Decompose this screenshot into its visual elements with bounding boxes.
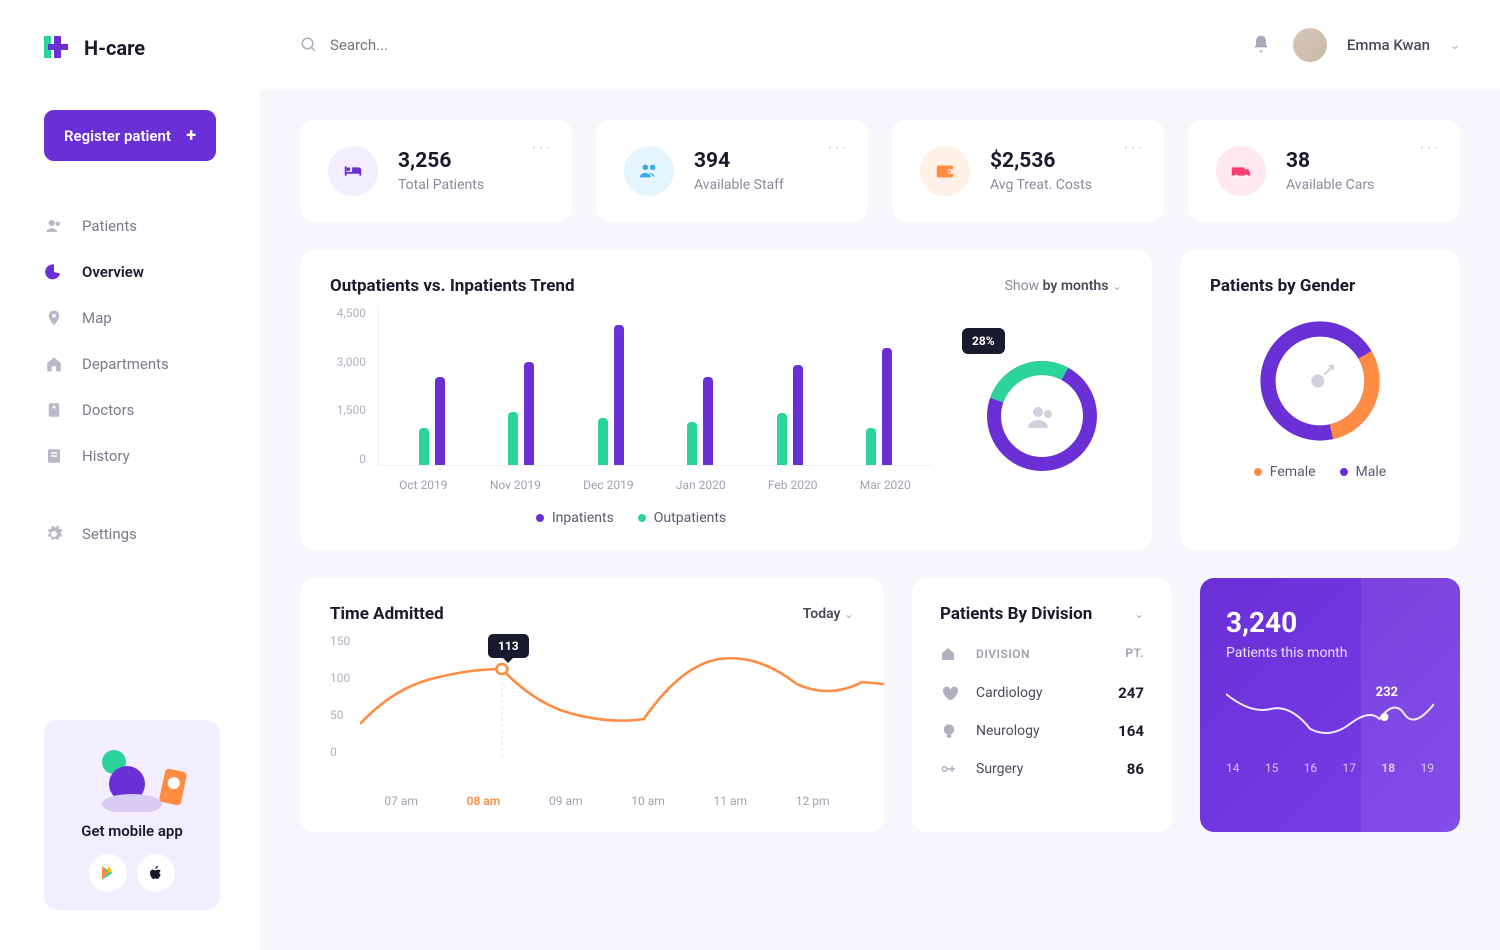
register-patient-button[interactable]: Register patient +: [44, 110, 216, 161]
time-line-chart: 113 150100500: [330, 634, 854, 784]
sidebar: H-care Register patient + Patients Overv…: [0, 0, 260, 950]
card-title: Outpatients vs. Inpatients Trend: [330, 276, 575, 296]
line-tooltip: 113: [488, 634, 529, 658]
trend-filter[interactable]: Show by months ⌄: [1005, 278, 1122, 294]
more-icon[interactable]: ···: [1124, 138, 1144, 159]
month-label: Patients this month: [1226, 645, 1434, 661]
brain-icon: [940, 722, 960, 740]
sidebar-item-doctors[interactable]: Doctors: [44, 387, 260, 433]
chevron-down-icon[interactable]: ⌄: [1134, 607, 1144, 621]
stat-label: Available Cars: [1286, 177, 1374, 193]
sidebar-item-label: Doctors: [82, 401, 134, 419]
heart-icon: [940, 684, 960, 702]
wallet-icon: [920, 146, 970, 196]
ambulance-icon: [1216, 146, 1266, 196]
promo-title: Get mobile app: [62, 822, 202, 840]
logo-icon: [44, 36, 72, 60]
stat-total-patients: ··· 3,256 Total Patients: [300, 120, 572, 222]
sidebar-item-label: Settings: [82, 525, 137, 543]
division-card: Patients By Division ⌄ DIVISION PT. Cardio…: [912, 578, 1172, 832]
sidebar-item-departments[interactable]: Departments: [44, 341, 260, 387]
donut-pct: 28%: [962, 328, 1005, 354]
sidebar-item-overview[interactable]: Overview: [44, 249, 260, 295]
staff-icon: [624, 146, 674, 196]
app-store-button[interactable]: [137, 854, 175, 892]
card-title: Patients By Division: [940, 604, 1092, 624]
table-row[interactable]: Surgery86: [912, 750, 1172, 788]
legend-inpatients: Inpatients: [536, 510, 614, 526]
gear-icon: [44, 524, 64, 544]
gender-donut: [1255, 316, 1385, 446]
table-row[interactable]: Neurology164: [912, 712, 1172, 750]
division-col: DIVISION: [976, 647, 1030, 661]
stat-avg-cost: ··· $2,536 Avg Treat. Costs: [892, 120, 1164, 222]
chevron-down-icon: ⌄: [844, 607, 854, 621]
stat-value: 38: [1286, 149, 1374, 173]
plus-icon: +: [186, 125, 196, 146]
sidebar-item-map[interactable]: Map: [44, 295, 260, 341]
stat-available-staff: ··· 394 Available Staff: [596, 120, 868, 222]
chevron-down-icon: ⌄: [1112, 279, 1122, 293]
legend-female: Female: [1254, 464, 1316, 480]
month-card: 3,240 Patients this month 232 1415161718…: [1200, 578, 1460, 832]
stat-label: Total Patients: [398, 177, 484, 193]
notifications-icon[interactable]: [1251, 34, 1273, 56]
trend-card: Outpatients vs. Inpatients Trend Show by…: [300, 250, 1152, 550]
month-line-chart: 232: [1226, 679, 1434, 749]
logo: H-care: [44, 36, 260, 60]
surgery-icon: [940, 760, 960, 778]
bed-icon: [328, 146, 378, 196]
stat-label: Available Staff: [694, 177, 784, 193]
mobile-app-promo: Get mobile app: [44, 720, 220, 910]
sidebar-item-patients[interactable]: Patients: [44, 203, 260, 249]
gender-card: Patients by Gender Female Male: [1180, 250, 1460, 550]
register-label: Register patient: [64, 127, 171, 145]
history-icon: [44, 446, 64, 466]
doctor-icon: [44, 400, 64, 420]
sidebar-item-settings[interactable]: Settings: [44, 511, 260, 557]
time-filter[interactable]: Today ⌄: [803, 606, 854, 622]
sidebar-item-history[interactable]: History: [44, 433, 260, 479]
stat-value: $2,536: [990, 149, 1092, 173]
legend-outpatients: Outpatients: [638, 510, 726, 526]
stat-available-cars: ··· 38 Available Cars: [1188, 120, 1460, 222]
legend-male: Male: [1340, 464, 1387, 480]
more-icon[interactable]: ···: [828, 138, 848, 159]
home-icon: [44, 354, 64, 374]
pt-col: PT.: [1125, 646, 1144, 662]
card-title: Time Admitted: [330, 604, 444, 624]
map-pin-icon: [44, 308, 64, 328]
sidebar-item-label: Map: [82, 309, 112, 327]
more-icon[interactable]: ···: [532, 138, 552, 159]
search-input[interactable]: [330, 36, 1231, 54]
sidebar-item-label: Patients: [82, 217, 137, 235]
trend-donut: 28%: [962, 306, 1122, 526]
search-icon: [300, 36, 318, 54]
more-icon[interactable]: ···: [1420, 138, 1440, 159]
topbar: Emma Kwan ⌄: [260, 0, 1500, 90]
trend-bar-chart: 4,5003,0001,5000 Oct 2019Nov 2019Dec 201…: [330, 306, 932, 526]
month-point: 232: [1376, 685, 1398, 700]
stat-label: Avg Treat. Costs: [990, 177, 1092, 193]
sidebar-item-label: Overview: [82, 263, 144, 281]
table-row[interactable]: Cardiology247: [912, 674, 1172, 712]
stat-value: 394: [694, 149, 784, 173]
google-play-button[interactable]: [89, 854, 127, 892]
sidebar-item-label: History: [82, 447, 130, 465]
home-icon: [940, 646, 960, 662]
chevron-down-icon[interactable]: ⌄: [1450, 38, 1460, 52]
month-value: 3,240: [1226, 606, 1434, 639]
sidebar-item-label: Departments: [82, 355, 169, 373]
patients-icon: [44, 216, 64, 236]
time-admitted-card: Time Admitted Today ⌄ 113 150100500: [300, 578, 884, 832]
card-title: Patients by Gender: [1210, 276, 1355, 296]
stat-value: 3,256: [398, 149, 484, 173]
search-field[interactable]: [300, 36, 1231, 54]
brand-name: H-care: [84, 36, 145, 60]
avatar[interactable]: [1293, 28, 1327, 62]
user-name: Emma Kwan: [1347, 36, 1430, 54]
overview-icon: [44, 262, 64, 282]
promo-illustration: [62, 742, 202, 812]
